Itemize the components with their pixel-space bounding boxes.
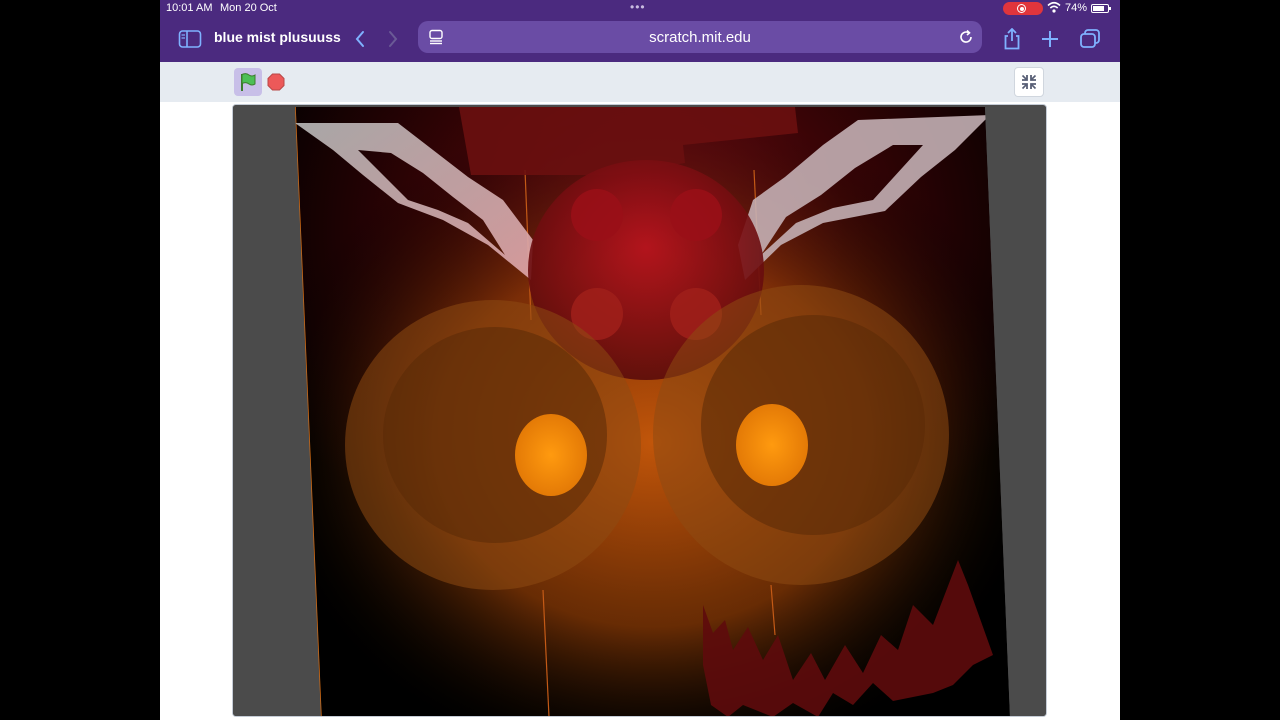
right-eye [736, 404, 808, 486]
battery-percent: 74% [1065, 2, 1088, 14]
green-flag-button[interactable] [234, 68, 262, 96]
multitasking-dots-icon[interactable]: ••• [630, 0, 646, 14]
address-bar[interactable]: scratch.mit.edu [418, 21, 982, 53]
chevron-left-icon[interactable] [346, 25, 374, 53]
tabs-icon[interactable] [1076, 25, 1104, 53]
tab-title: blue mist plusuuss [214, 29, 341, 45]
chevron-right-icon[interactable] [379, 25, 407, 53]
status-bar: 10:01 AM Mon 20 Oct ••• 74% [160, 0, 1120, 17]
wifi-icon [1047, 1, 1061, 16]
green-flag-icon [241, 73, 256, 91]
stop-icon [267, 73, 285, 91]
share-icon[interactable] [998, 25, 1026, 53]
ipad-screen: 10:01 AM Mon 20 Oct ••• 74% blue mist pl… [160, 0, 1120, 720]
left-eye [515, 414, 587, 496]
right-lobe-inner [701, 315, 925, 535]
sidebar-icon[interactable] [176, 25, 204, 53]
browser-toolbar: blue mist plusuuss scratch.mit.edu [160, 17, 1120, 62]
exit-fullscreen-button[interactable] [1014, 67, 1044, 97]
plus-icon[interactable] [1036, 25, 1064, 53]
screen-recording-icon[interactable] [1003, 2, 1043, 15]
scratch-stage-header [160, 62, 1120, 102]
stage-canvas[interactable] [233, 105, 1047, 717]
head-dot-2 [670, 189, 722, 241]
scratch-stage[interactable] [232, 104, 1047, 717]
battery-icon [1091, 4, 1111, 13]
status-date: Mon 20 Oct [220, 2, 277, 14]
head-dot-1 [571, 189, 623, 241]
exit-fullscreen-icon [1021, 74, 1037, 90]
stop-button[interactable] [267, 73, 285, 91]
reload-icon[interactable] [952, 23, 980, 51]
status-time: 10:01 AM [166, 2, 213, 14]
url-text[interactable]: scratch.mit.edu [418, 29, 982, 46]
